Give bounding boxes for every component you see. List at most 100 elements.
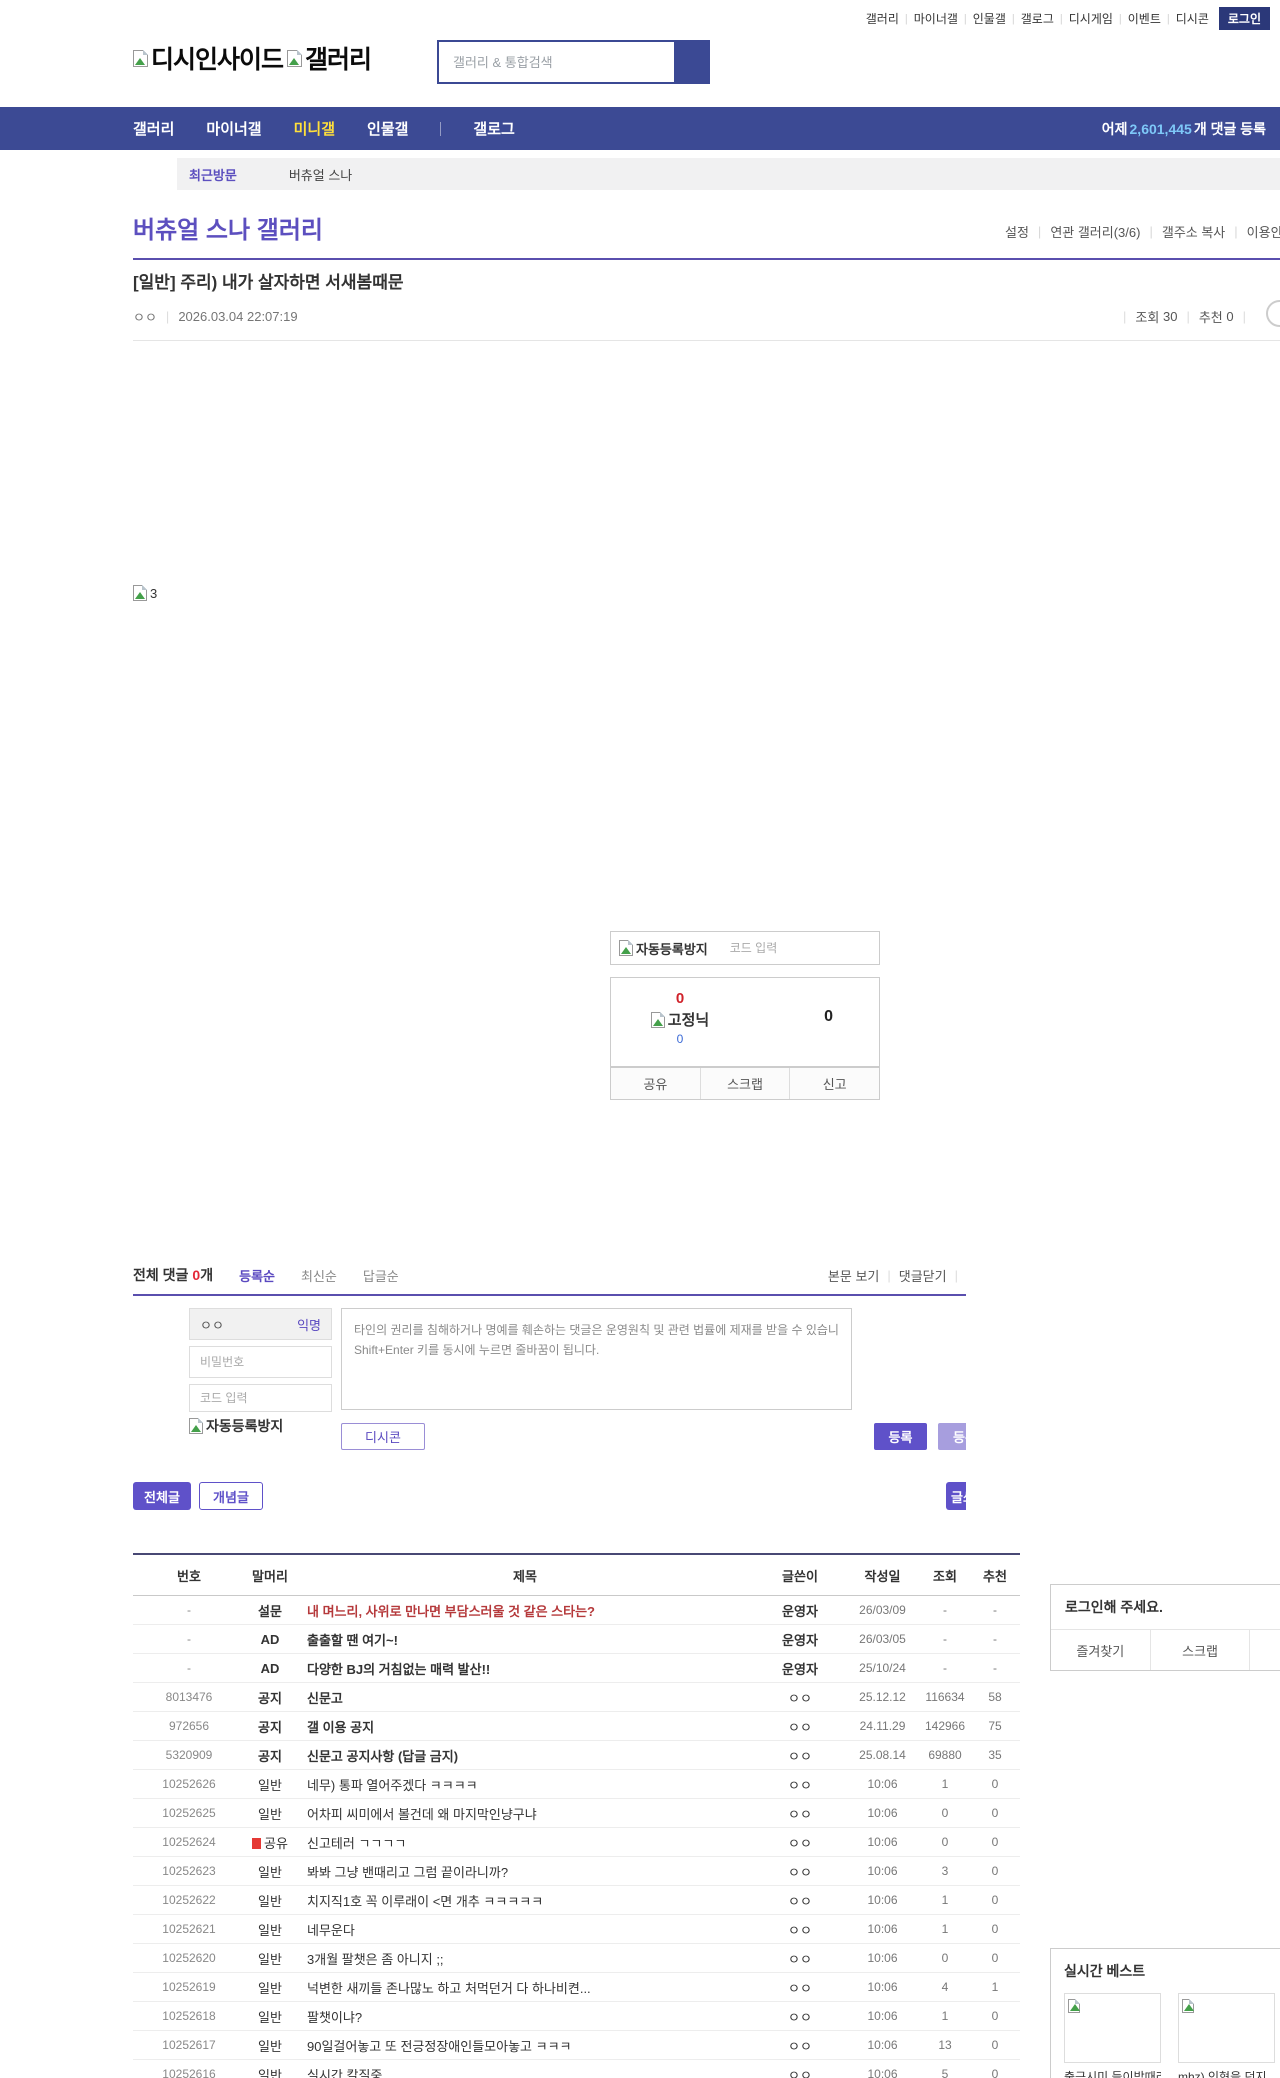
row-title-link[interactable]: 팔챗이냐? [295, 2007, 755, 2026]
row-author[interactable]: ㅇㅇ [755, 1949, 845, 1968]
write-post-button[interactable]: 글쓰기 [946, 1482, 966, 1510]
broken-image-icon [1068, 1999, 1080, 2013]
topbar-link[interactable]: 마이너갤 [914, 10, 958, 27]
row-title-link[interactable]: 어차피 씨미에서 볼건데 왜 마지막인냥구냐 [295, 1804, 755, 1823]
sort-등록순[interactable]: 등록순 [239, 1269, 275, 1284]
comment-password-input[interactable] [190, 1347, 331, 1377]
row-author[interactable]: ㅇㅇ [755, 1775, 845, 1794]
row-recommends: 0 [991, 1922, 999, 1936]
comment-header-link[interactable]: 댓글닫기 [899, 1266, 947, 1285]
nav-item-갤러리[interactable]: 갤러리 [133, 118, 174, 139]
row-category: AD [260, 1660, 280, 1676]
row-author[interactable]: ㅇㅇ [755, 1978, 845, 1997]
row-author[interactable]: 운영자 [755, 1630, 845, 1649]
topbar-link[interactable]: 디시게임 [1069, 10, 1113, 27]
gallery-option-link[interactable]: 이용안내 [1247, 222, 1280, 241]
row-title-link[interactable]: 신문고 공지사항 (답글 금지) [295, 1746, 755, 1765]
nav-item-인물갤[interactable]: 인물갤 [367, 118, 408, 139]
anonymous-toggle[interactable]: 익명 [297, 1315, 321, 1334]
row-author[interactable]: ㅇㅇ [755, 1717, 845, 1736]
site-logo[interactable]: 디시인사이드 갤러리 [133, 40, 372, 76]
row-author[interactable]: ㅇㅇ [755, 1862, 845, 1881]
row-author[interactable]: ㅇㅇ [755, 2036, 845, 2055]
row-title-link[interactable]: 네무) 통파 열어주겠다 ㅋㅋㅋㅋ [295, 1775, 755, 1794]
row-author[interactable]: 운영자 [755, 1659, 845, 1678]
row-title-link[interactable]: 3개월 팔챗은 좀 아니지 ;; [295, 1949, 755, 1968]
row-author[interactable]: ㅇㅇ [755, 2065, 845, 2078]
row-author[interactable]: ㅇㅇ [755, 1920, 845, 1939]
separator: | [887, 1268, 891, 1283]
logo-text-dcinside: 디시인사이드 [151, 46, 284, 74]
nav-item-마이너갤[interactable]: 마이너갤 [206, 118, 261, 139]
comment-textarea[interactable]: 타인의 권리를 침해하거나 명예를 훼손하는 댓글은 운영원칙 및 관련 법률에… [341, 1308, 852, 1410]
row-author[interactable]: ㅇㅇ [755, 1891, 845, 1910]
row-title-link[interactable]: 봐봐 그냥 밴때리고 그럼 끝이라니까? [295, 1862, 755, 1881]
row-recommends: 0 [991, 2067, 999, 2078]
topbar-link[interactable]: 디시콘 [1176, 10, 1209, 27]
login-button[interactable]: 로그인 [1218, 7, 1270, 30]
comment-bubble-icon[interactable] [1266, 300, 1280, 327]
gallery-title[interactable]: 버츄얼 스나 갤러리 [133, 210, 323, 245]
best-thumbnail[interactable] [1178, 1993, 1275, 2063]
row-title-link[interactable]: 출출할 땐 여기~! [295, 1630, 755, 1649]
row-title-link[interactable]: 다양한 BJ의 거침없는 매력 발산!! [295, 1659, 755, 1678]
nav-item-갤로그[interactable]: 갤로그 [473, 118, 514, 139]
row-title-link[interactable]: 넉변한 새끼들 존나많노 하고 처먹던거 다 하나비켠... [295, 1978, 755, 1997]
report-button[interactable]: 신고 [789, 1068, 879, 1099]
gallery-option-link[interactable]: 설정 [1005, 222, 1029, 241]
scrap-button[interactable]: 스크랩 [699, 1068, 790, 1099]
row-author[interactable]: ㅇㅇ [755, 1746, 845, 1765]
row-title-link[interactable]: 90일걸어놓고 또 전긍정장애인들모아놓고 ㅋㅋㅋ [295, 2036, 755, 2055]
comment-header-link[interactable]: 본문 보기 [828, 1266, 879, 1285]
best-caption[interactable]: 출근시미 들이받때리지 [1064, 2068, 1161, 2078]
row-author[interactable]: ㅇㅇ [755, 1688, 845, 1707]
gallery-option-link[interactable]: 연관 갤러리(3/6) [1050, 222, 1140, 241]
row-title-link[interactable]: 신고테러 ㄱㄱㄱㄱ [295, 1833, 755, 1852]
sort-답글순[interactable]: 답글순 [363, 1269, 399, 1284]
share-button[interactable]: 공유 [611, 1068, 700, 1099]
captcha-code-input[interactable] [707, 940, 879, 956]
upvote-area[interactable]: 0 고정닉 0 [637, 990, 723, 1046]
best-caption[interactable]: mhz) 인형을 던지 [1178, 2068, 1275, 2078]
row-title-link[interactable]: 신문고 [295, 1688, 755, 1707]
dccon-button[interactable]: 디시콘 [341, 1423, 425, 1450]
row-author[interactable]: ㅇㅇ [755, 1833, 845, 1852]
tab-all-posts[interactable]: 전체글 [133, 1482, 191, 1510]
downvote-count[interactable]: 0 [824, 1008, 833, 1026]
row-author[interactable]: ㅇㅇ [755, 2007, 845, 2026]
recent-visit-label[interactable]: 최근방문 [189, 165, 237, 184]
nav-item-미니갤[interactable]: 미니갤 [294, 118, 335, 139]
board-table: 번호 말머리 제목 글쓴이 작성일 조회 추천 - 설문 내 며느리, 사위로 … [133, 1553, 1020, 2078]
row-author[interactable]: 운영자 [755, 1601, 845, 1620]
search-input[interactable] [439, 42, 674, 82]
row-category: 공지 [258, 1690, 282, 1706]
gallery-option-link[interactable]: 갤주소 복사 [1162, 222, 1225, 241]
row-title-link[interactable]: 네무운다 [295, 1920, 755, 1939]
row-author[interactable]: ㅇㅇ [755, 1804, 845, 1823]
recent-visit-gallery[interactable]: 버츄얼 스나 [289, 165, 352, 184]
topbar-link[interactable]: 이벤트 [1128, 10, 1161, 27]
topbar-link[interactable]: 인물갤 [973, 10, 1006, 27]
comment-submit-button[interactable]: 등록 [874, 1423, 927, 1450]
row-title-link[interactable]: 내 며느리, 사위로 만나면 부담스러울 것 같은 스타는? [295, 1601, 755, 1620]
post-author[interactable]: ㅇㅇ [133, 307, 157, 326]
search-button[interactable] [674, 42, 708, 82]
row-title-link[interactable]: 갤 이용 공지 [295, 1717, 755, 1736]
row-title-link[interactable]: 실시간 칼질중 [295, 2065, 755, 2078]
comment-submit-button-secondary[interactable]: 등록 [938, 1423, 966, 1450]
row-title-link[interactable]: 치지직1호 꼭 이루래이 <면 개추 ㅋㅋㅋㅋㅋ [295, 1891, 755, 1910]
sidebar-tab-즐겨찾기[interactable]: 즐겨찾기 [1051, 1630, 1150, 1670]
row-number: 10252626 [162, 1777, 216, 1791]
row-number: 10252621 [162, 1922, 216, 1936]
sort-최신순[interactable]: 최신순 [301, 1269, 337, 1284]
sidebar-tab-알림[interactable]: 알림 [1249, 1630, 1280, 1670]
separator: | [904, 12, 908, 25]
topbar-link[interactable]: 갤러리 [866, 10, 899, 27]
row-recommends: 0 [991, 1951, 999, 1965]
sidebar-tab-스크랩[interactable]: 스크랩 [1149, 1630, 1250, 1670]
tab-best-posts[interactable]: 개념글 [199, 1482, 263, 1510]
comment-code-input[interactable] [190, 1385, 331, 1411]
topbar-link[interactable]: 갤로그 [1021, 10, 1054, 27]
comment-name-value[interactable]: ㅇㅇ [200, 1315, 224, 1334]
best-thumbnail[interactable] [1064, 1993, 1161, 2063]
